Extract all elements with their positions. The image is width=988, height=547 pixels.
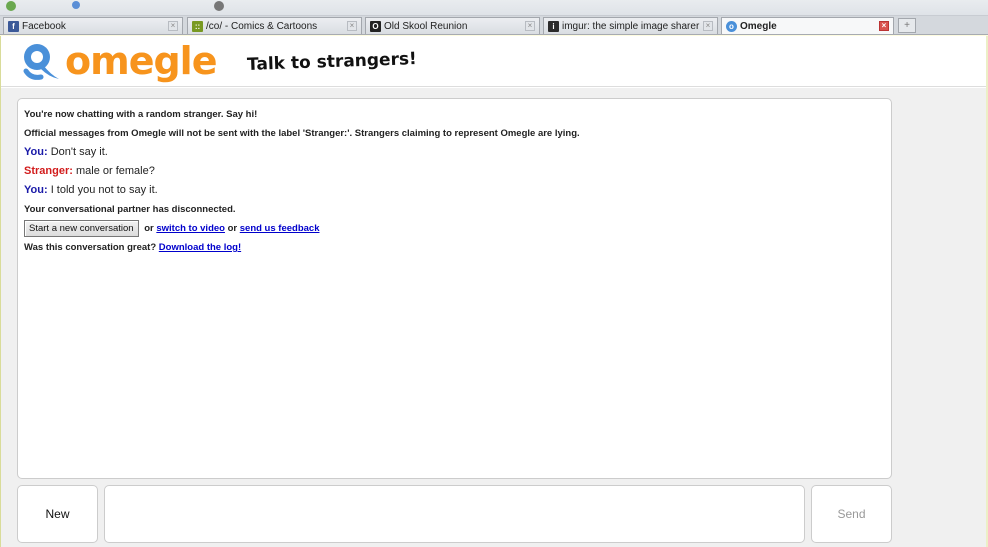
tab-label: Old Skool Reunion [384,20,468,32]
tagline: Talk to strangers! [246,49,418,75]
speaker-you: You: [24,146,48,158]
site-header: omegle Talk to strangers! [1,36,988,87]
toolbar-icon[interactable] [6,1,16,11]
omegle-logo-icon [23,44,59,80]
message-input-box[interactable] [104,485,805,543]
tab-label: Omegle [740,20,777,32]
or-text: or [227,223,238,234]
close-icon[interactable]: × [347,21,357,31]
toolbar-icon[interactable] [214,1,224,11]
post-chat-actions: Start a new conversation or switch to vi… [24,219,885,238]
tab-oldskool[interactable]: O Old Skool Reunion × [365,17,540,34]
omegle-logo[interactable]: omegle [21,39,217,83]
logo-wordmark: omegle [65,39,217,83]
close-icon[interactable]: × [879,21,889,31]
page: omegle Talk to strangers! You're now cha… [0,36,988,547]
imgur-icon: i [548,20,559,32]
speaker-you: You: [24,184,48,196]
download-log-line: Was this conversation great? Download th… [24,238,885,257]
close-icon[interactable]: × [168,21,178,31]
or-text: or [144,223,154,234]
disconnected-message: Your conversational partner has disconne… [24,204,236,215]
tab-bar: f Facebook × :: /co/ - Comics & Cartoons… [0,16,988,35]
message-text: I told you not to say it. [50,184,158,196]
chat-area: You're now chatting with a random strang… [1,88,988,547]
switch-to-video-link[interactable]: switch to video [156,223,225,234]
chat-message: You: I told you not to say it. [24,181,885,200]
chat-message: You: Don't say it. [24,143,885,162]
send-feedback-link[interactable]: send us feedback [240,223,320,234]
chat-message: Stranger: male or female? [24,162,885,181]
tab-imgur[interactable]: i imgur: the simple image sharer × [543,17,718,34]
great-question: Was this conversation great? [24,242,157,253]
close-icon[interactable]: × [703,21,713,31]
toolbar-icon[interactable] [72,1,80,9]
facebook-icon: f [8,20,19,32]
tab-label: Facebook [22,20,66,32]
download-log-link[interactable]: Download the log! [159,242,241,253]
tab-label: /co/ - Comics & Cartoons [206,20,318,32]
browser-toolbar-strip [0,0,988,16]
oldskool-icon: O [370,20,381,32]
close-icon[interactable]: × [525,21,535,31]
send-button[interactable]: Send [811,485,892,543]
tab-omegle[interactable]: o Omegle × [721,17,894,34]
4chan-icon: :: [192,20,203,32]
tab-label: imgur: the simple image sharer [562,20,700,32]
official-notice: Official messages from Omegle will not b… [24,128,580,139]
speaker-stranger: Stranger: [24,165,73,177]
new-tab-button[interactable]: + [898,18,916,33]
omegle-icon: o [726,20,737,32]
start-new-conversation-button[interactable]: Start a new conversation [24,219,139,237]
status-message: You're now chatting with a random strang… [24,109,258,120]
tab-facebook[interactable]: f Facebook × [3,17,183,34]
message-text: male or female? [75,165,155,177]
new-button[interactable]: New [17,485,98,543]
chat-log: You're now chatting with a random strang… [17,98,892,479]
message-text: Don't say it. [50,146,108,158]
tab-co[interactable]: :: /co/ - Comics & Cartoons × [187,17,362,34]
message-input[interactable] [111,492,798,536]
